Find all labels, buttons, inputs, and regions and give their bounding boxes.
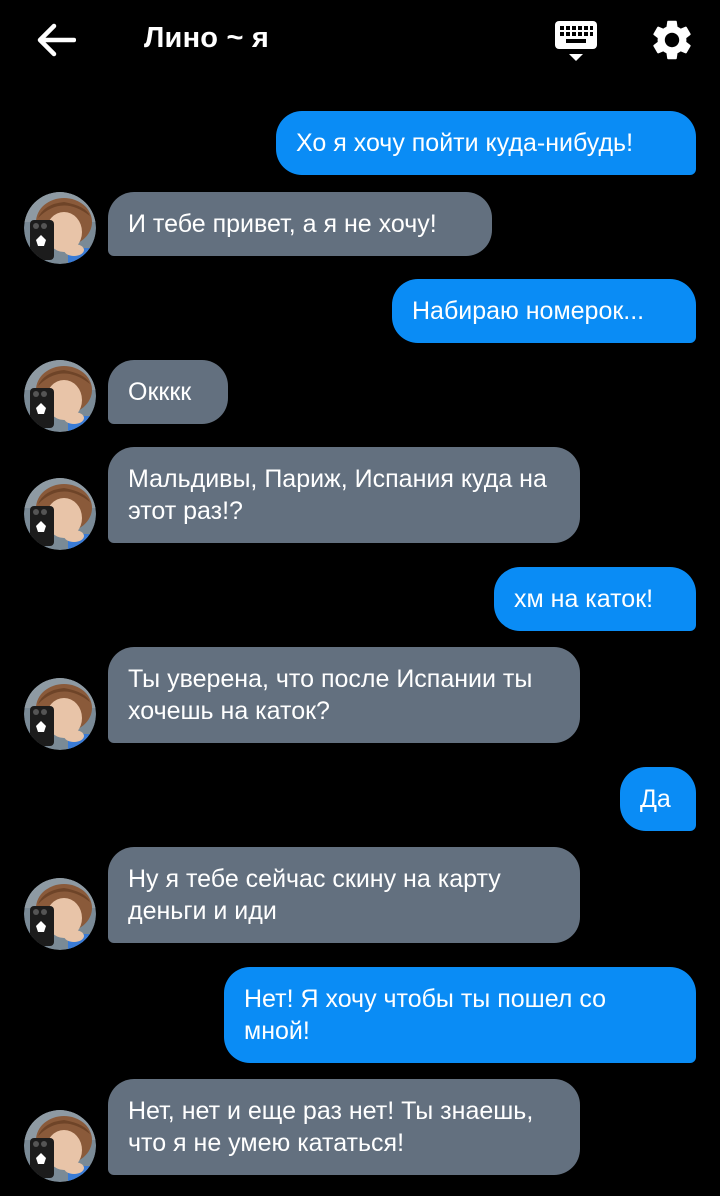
keyboard-button[interactable] xyxy=(552,18,600,64)
avatar-image xyxy=(24,1110,96,1182)
avatar-image xyxy=(24,360,96,432)
avatar-image xyxy=(24,678,96,750)
incoming-message[interactable]: Ты уверена, что после Испании ты хочешь … xyxy=(108,647,580,743)
avatar[interactable] xyxy=(24,678,96,750)
chat-title: Лино ~ я xyxy=(144,22,269,54)
incoming-message[interactable]: Ну я тебе сейчас скину на карту деньги и… xyxy=(108,847,580,943)
outgoing-message[interactable]: хм на каток! xyxy=(494,567,696,631)
gear-icon xyxy=(653,20,691,60)
avatar[interactable] xyxy=(24,478,96,550)
outgoing-message[interactable]: Хо я хочу пойти куда-нибудь! xyxy=(276,111,696,175)
settings-button[interactable] xyxy=(648,16,696,64)
arrow-left-icon xyxy=(37,23,76,57)
avatar-image xyxy=(24,192,96,264)
incoming-message[interactable]: И тебе привет, а я не хочу! xyxy=(108,192,492,256)
back-button[interactable] xyxy=(30,18,82,62)
avatar-image xyxy=(24,478,96,550)
outgoing-message[interactable]: Нет! Я хочу чтобы ты пошел со мной! xyxy=(224,967,696,1063)
avatar[interactable] xyxy=(24,878,96,950)
chat-header: Лино ~ я xyxy=(0,0,720,80)
avatar[interactable] xyxy=(24,1110,96,1182)
incoming-message[interactable]: Окккк xyxy=(108,360,228,424)
avatar[interactable] xyxy=(24,360,96,432)
keyboard-icon xyxy=(555,21,597,61)
avatar[interactable] xyxy=(24,192,96,264)
outgoing-message[interactable]: Да xyxy=(620,767,696,831)
incoming-message[interactable]: Мальдивы, Париж, Испания куда на этот ра… xyxy=(108,447,580,543)
avatar-image xyxy=(24,878,96,950)
outgoing-message[interactable]: Набираю номерок... xyxy=(392,279,696,343)
incoming-message[interactable]: Нет, нет и еще раз нет! Ты знаешь, что я… xyxy=(108,1079,580,1175)
